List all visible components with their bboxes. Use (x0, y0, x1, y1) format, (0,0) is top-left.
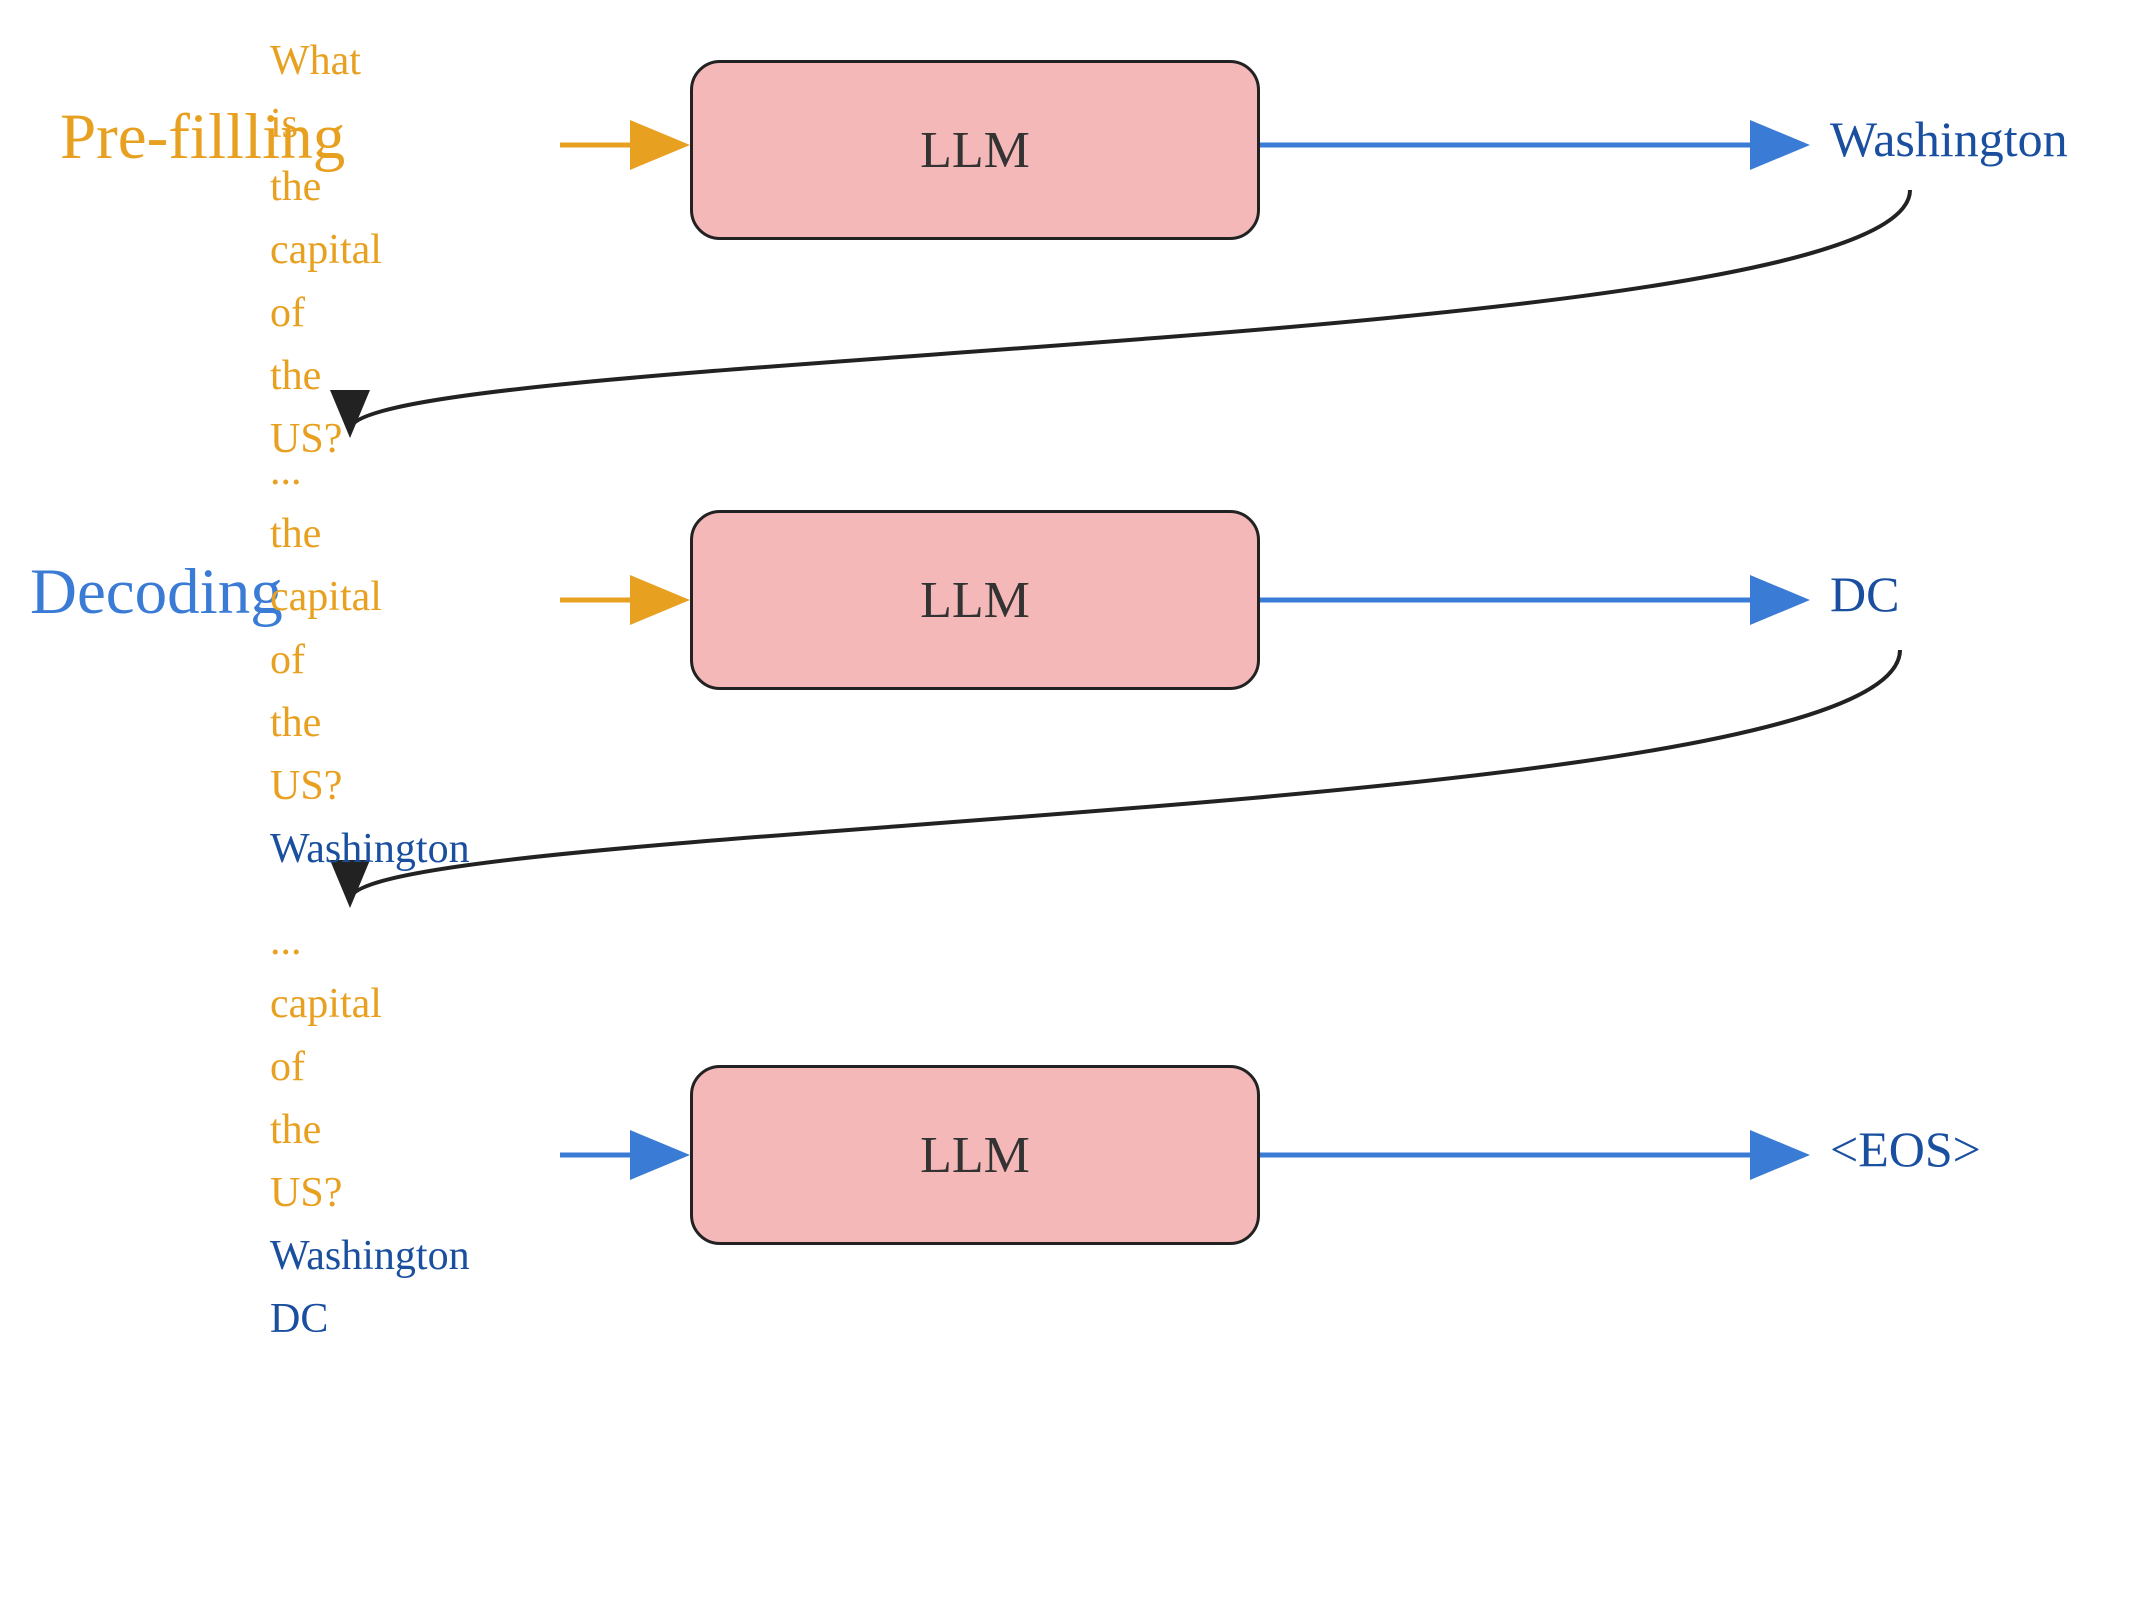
llm-label-2: LLM (920, 571, 1030, 630)
prefilling-input-line3: the (270, 156, 382, 219)
decoding1-input-line3: capital (270, 566, 470, 629)
decoding1-input: ... the capital of the US? Washington (270, 440, 470, 881)
prefilling-input-line5: of (270, 282, 382, 345)
decoding1-input-line4: of (270, 629, 470, 692)
llm-label-3: LLM (920, 1126, 1030, 1185)
prefilling-input-line1: What (270, 30, 382, 93)
decoding-label: Decoding (30, 555, 283, 630)
decoding2-input-line2: capital (270, 973, 470, 1036)
decoding1-input-line1: ... (270, 440, 470, 503)
decoding2-output: <EOS> (1830, 1120, 1981, 1178)
prefilling-input-line4: capital (270, 219, 382, 282)
prefilling-output: Washington (1830, 110, 2068, 168)
decoding2-input-line4: the (270, 1099, 470, 1162)
decoding1-input-line2: the (270, 503, 470, 566)
decoding1-output: DC (1830, 565, 1899, 623)
prefilling-input-line6: the (270, 345, 382, 408)
decoding2-input-line6: Washington (270, 1225, 470, 1288)
decoding2-input-line5: US? (270, 1162, 470, 1225)
llm-box-1: LLM (690, 60, 1260, 240)
decoding2-input-line7: DC (270, 1288, 470, 1351)
prefilling-input: What is the capital of the US? (270, 30, 382, 471)
llm-box-2: LLM (690, 510, 1260, 690)
llm-label-1: LLM (920, 121, 1030, 180)
prefilling-input-line2: is (270, 93, 382, 156)
decoding2-input: ... capital of the US? Washington DC (270, 910, 470, 1351)
decoding1-input-line6: US? (270, 755, 470, 818)
decoding1-input-line7: Washington (270, 818, 470, 881)
decoding1-input-line5: the (270, 692, 470, 755)
llm-box-3: LLM (690, 1065, 1260, 1245)
decoding2-input-line3: of (270, 1036, 470, 1099)
decoding2-input-line1: ... (270, 910, 470, 973)
